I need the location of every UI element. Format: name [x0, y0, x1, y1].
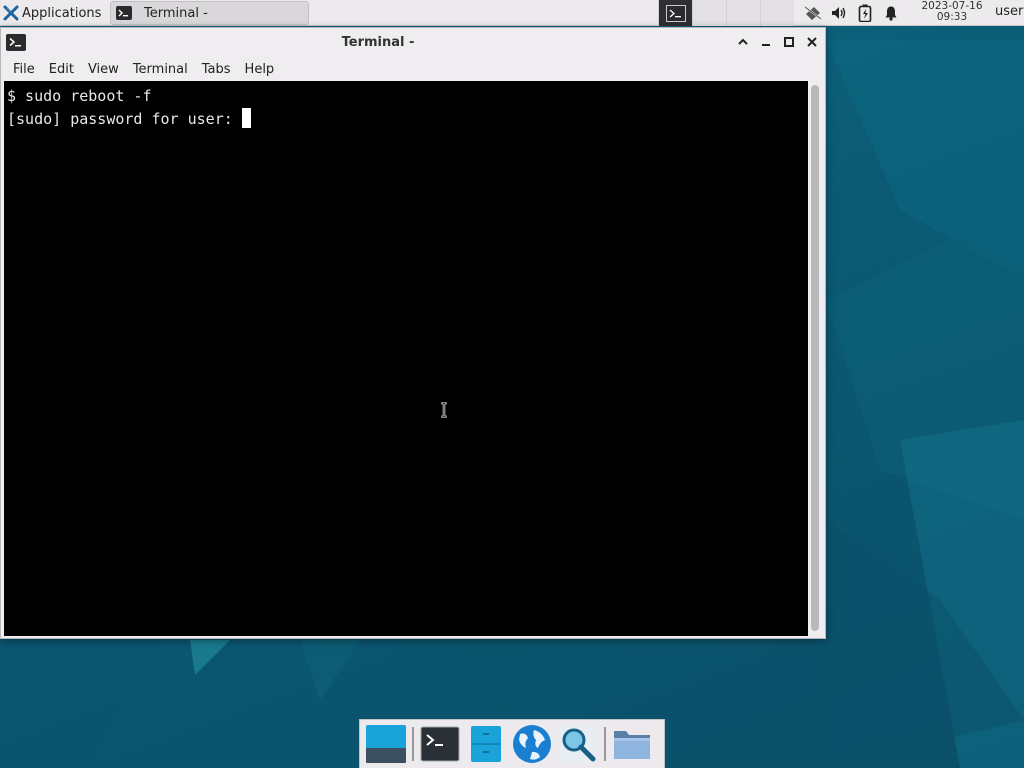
terminal-icon — [420, 726, 460, 762]
dock-panel — [359, 719, 665, 768]
xfce-logo-icon — [3, 5, 19, 21]
file-manager-icon — [471, 726, 501, 762]
terminal-output[interactable]: $ sudo reboot -f [sudo] password for use… — [4, 81, 808, 636]
text-cursor — [241, 108, 251, 128]
scrollbar-thumb[interactable] — [811, 85, 819, 631]
menu-tabs[interactable]: Tabs — [195, 62, 238, 77]
dock-terminal[interactable] — [417, 722, 463, 766]
chevron-up-icon — [738, 38, 748, 45]
web-browser-icon — [513, 725, 551, 763]
minimize-icon — [762, 44, 770, 46]
window-title: Terminal - — [341, 35, 415, 50]
maximize-icon — [784, 37, 794, 47]
dock-web-browser[interactable] — [509, 722, 555, 766]
dock-app-finder[interactable] — [555, 722, 601, 766]
dock-file-manager[interactable] — [463, 722, 509, 766]
dock-separator-2 — [604, 727, 606, 761]
window-titlebar[interactable]: Terminal - — [1, 28, 825, 58]
workspace-switcher — [658, 0, 794, 26]
applications-menu-label: Applications — [22, 5, 102, 21]
system-tray — [800, 0, 904, 26]
notification-bell-icon[interactable] — [878, 0, 904, 26]
show-desktop-icon — [366, 725, 406, 763]
menu-view[interactable]: View — [81, 62, 126, 77]
network-offline-icon[interactable] — [800, 0, 826, 26]
user-menu-button[interactable]: user — [995, 4, 1023, 19]
app-finder-icon — [560, 726, 596, 762]
workspace-1[interactable] — [658, 0, 692, 26]
menu-help[interactable]: Help — [238, 62, 282, 77]
terminal-icon — [116, 6, 132, 20]
terminal-line-command: $ sudo reboot -f — [7, 87, 152, 105]
volume-icon[interactable] — [826, 0, 852, 26]
dock-folder[interactable] — [609, 722, 655, 766]
menu-edit[interactable]: Edit — [42, 62, 81, 77]
clock[interactable]: 2023-07-16 09:33 — [915, 1, 989, 23]
terminal-line-password-prompt: [sudo] password for user: — [7, 108, 808, 131]
workspace-3[interactable] — [726, 0, 760, 26]
dock-show-desktop[interactable] — [363, 722, 409, 766]
mouse-ibeam-cursor-icon — [441, 402, 447, 418]
minimize-button[interactable] — [758, 34, 774, 50]
top-panel: Applications Terminal - 2023-07-16 09:33… — [0, 0, 1024, 26]
battery-icon[interactable] — [852, 0, 878, 26]
close-button[interactable] — [804, 34, 820, 50]
menu-bar: File Edit View Terminal Tabs Help — [1, 58, 825, 81]
password-prompt-text: [sudo] password for user: — [7, 110, 242, 128]
clock-time: 09:33 — [936, 11, 968, 23]
terminal-window: Terminal - File Edit View Terminal Tabs — [0, 27, 826, 639]
maximize-button[interactable] — [781, 34, 797, 50]
dock-separator — [412, 727, 414, 761]
menu-terminal[interactable]: Terminal — [126, 62, 195, 77]
applications-menu-button[interactable]: Applications — [0, 0, 108, 26]
folder-icon — [614, 731, 650, 759]
close-icon — [807, 37, 817, 47]
taskbar-terminal-label: Terminal - — [144, 5, 208, 21]
menu-file[interactable]: File — [6, 62, 42, 77]
terminal-window-thumbnail-icon — [665, 4, 686, 22]
taskbar-terminal-button[interactable]: Terminal - — [110, 1, 309, 25]
workspace-2[interactable] — [692, 0, 726, 26]
terminal-scrollbar[interactable] — [809, 83, 821, 633]
workspace-4[interactable] — [760, 0, 794, 26]
shade-button[interactable] — [735, 34, 751, 50]
